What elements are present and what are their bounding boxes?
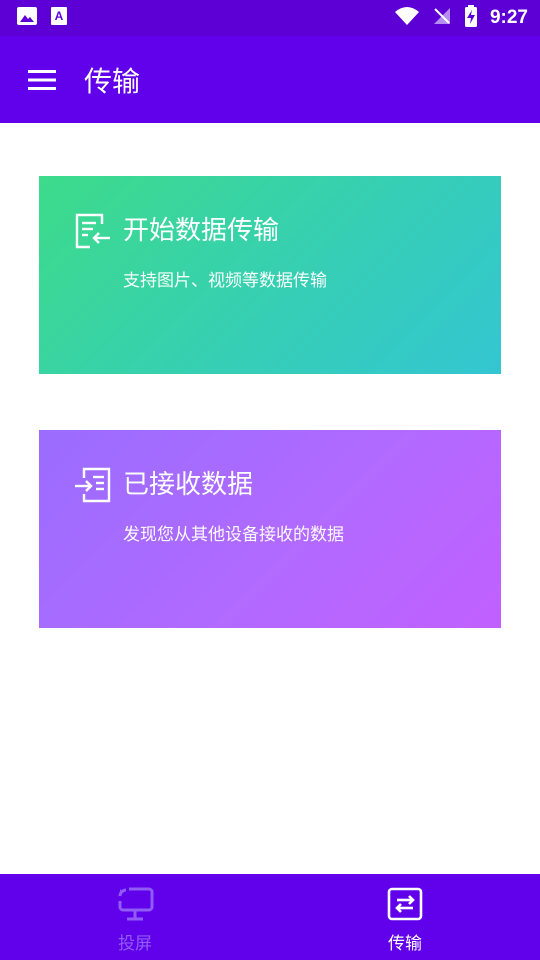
status-time: 9:27 <box>489 7 528 28</box>
nav-label-screen-cast: 投屏 <box>118 933 152 954</box>
bottom-nav: 投屏 传输 <box>0 874 540 960</box>
svg-text:A: A <box>55 9 64 23</box>
status-bar: A 9:27 <box>0 0 540 36</box>
start-transfer-title: 开始数据传输 <box>123 216 280 246</box>
start-transfer-card[interactable]: 开始数据传输 支持图片、视频等数据传输 <box>39 176 501 374</box>
page-title: 传输 <box>84 64 141 98</box>
status-right: 9:27 <box>394 5 528 31</box>
screen-cast-icon <box>118 887 154 920</box>
receive-file-icon <box>75 467 111 503</box>
image-icon <box>16 6 38 30</box>
wifi-icon <box>394 6 420 30</box>
battery-charging-icon <box>464 5 478 31</box>
status-left: A <box>16 6 68 30</box>
menu-button[interactable] <box>0 36 84 123</box>
start-transfer-subtitle: 支持图片、视频等数据传输 <box>123 271 327 291</box>
menu-icon <box>28 69 56 90</box>
nav-item-transfer[interactable]: 传输 <box>270 874 540 960</box>
nav-label-transfer: 传输 <box>388 933 422 954</box>
received-data-title: 已接收数据 <box>123 470 254 500</box>
text-recognition-icon: A <box>50 6 68 30</box>
nav-item-screen-cast[interactable]: 投屏 <box>0 874 270 960</box>
app-bar: 传输 <box>0 36 540 123</box>
transfer-icon <box>387 887 423 920</box>
received-data-card[interactable]: 已接收数据 发现您从其他设备接收的数据 <box>39 430 501 628</box>
send-file-icon <box>75 213 110 249</box>
no-signal-icon <box>432 6 452 30</box>
received-data-subtitle: 发现您从其他设备接收的数据 <box>123 525 344 545</box>
